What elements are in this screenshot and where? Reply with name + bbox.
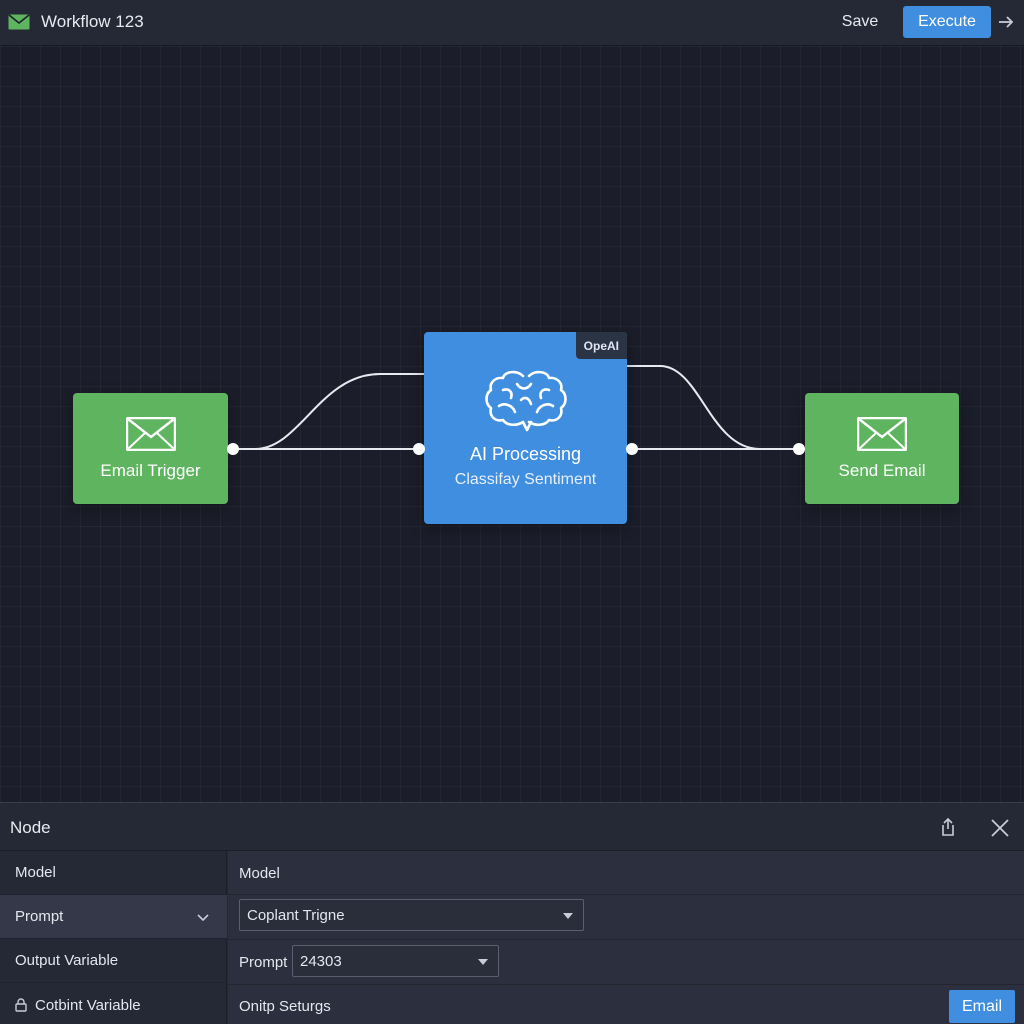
model-heading: Model (239, 865, 280, 882)
model-heading-row: Model (228, 851, 1024, 895)
model-select-value: Coplant Trigne (247, 906, 345, 924)
sidebar-item-prompt[interactable]: Prompt (0, 895, 227, 939)
model-select-row: Coplant Trigne (228, 895, 1024, 940)
panel-title: Node (10, 818, 51, 837)
prompt-select-value: 24303 (300, 952, 342, 970)
connection-trigger-to-ai (233, 373, 424, 450)
close-icon[interactable] (989, 817, 1011, 839)
input-port[interactable] (413, 443, 425, 455)
node-send-email[interactable]: Send Email (805, 393, 959, 504)
node-email-trigger[interactable]: Email Trigger (73, 393, 228, 504)
node-label: AI Processing (469, 443, 582, 464)
output-port[interactable] (227, 443, 239, 455)
envelope-icon (8, 14, 30, 30)
node-label: Send Email (838, 460, 926, 480)
panel-header: Node (0, 803, 1024, 851)
brain-icon (484, 370, 567, 431)
share-icon[interactable] (937, 816, 959, 838)
sidebar-item-model[interactable]: Model (0, 851, 227, 895)
model-select[interactable]: Coplant Trigne (239, 899, 584, 931)
settings-row: Onitp Seturgs (228, 985, 1024, 1024)
caret-down-icon (563, 913, 573, 919)
arrow-right-icon[interactable] (996, 12, 1016, 32)
panel-detail: Model Coplant Trigne Prompt 24303 Onitp … (228, 851, 1024, 1024)
node-label: Email Trigger (100, 460, 201, 480)
top-bar: Workflow 123 Save Execute (0, 0, 1024, 46)
input-port[interactable] (793, 443, 805, 455)
sidebar-item-label: Prompt (15, 908, 64, 925)
prompt-label: Prompt (239, 954, 288, 971)
node-sublabel: Classifay Sentiment (454, 470, 597, 488)
output-port[interactable] (626, 443, 638, 455)
email-button[interactable]: Email (949, 990, 1015, 1023)
sidebar-item-label: Model (15, 864, 56, 881)
node-ai-processing[interactable]: OpeAI AI Processing Classifay Sentiment (424, 332, 627, 524)
prompt-row: Prompt 24303 (228, 940, 1024, 985)
lock-icon (15, 998, 27, 1012)
workflow-canvas[interactable]: Email Trigger OpeAI AI Processing Classi… (0, 46, 1024, 802)
sidebar-item-label: Output Variable (15, 952, 119, 969)
panel-sidebar: Model Prompt Output Variable Cotbint Var… (0, 851, 227, 1024)
save-button[interactable]: Save (830, 8, 890, 36)
provider-badge: OpeAI (575, 332, 627, 359)
sidebar-item-output-variable[interactable]: Output Variable (0, 939, 227, 983)
settings-label: Onitp Seturgs (239, 998, 331, 1015)
envelope-icon (857, 416, 907, 451)
connection-ai-to-send (627, 365, 798, 450)
caret-down-icon (478, 959, 488, 965)
sidebar-item-context-variable[interactable]: Cotbint Variable (0, 983, 227, 1024)
envelope-icon (125, 416, 176, 451)
prompt-select[interactable]: 24303 (292, 945, 499, 977)
workflow-title: Workflow 123 (41, 12, 144, 31)
node-properties-panel: Node Model Prompt Output Variable Cotbin… (0, 802, 1024, 1024)
sidebar-item-label: Cotbint Variable (35, 996, 141, 1014)
chevron-down-icon (197, 914, 209, 922)
execute-button[interactable]: Execute (903, 6, 991, 38)
